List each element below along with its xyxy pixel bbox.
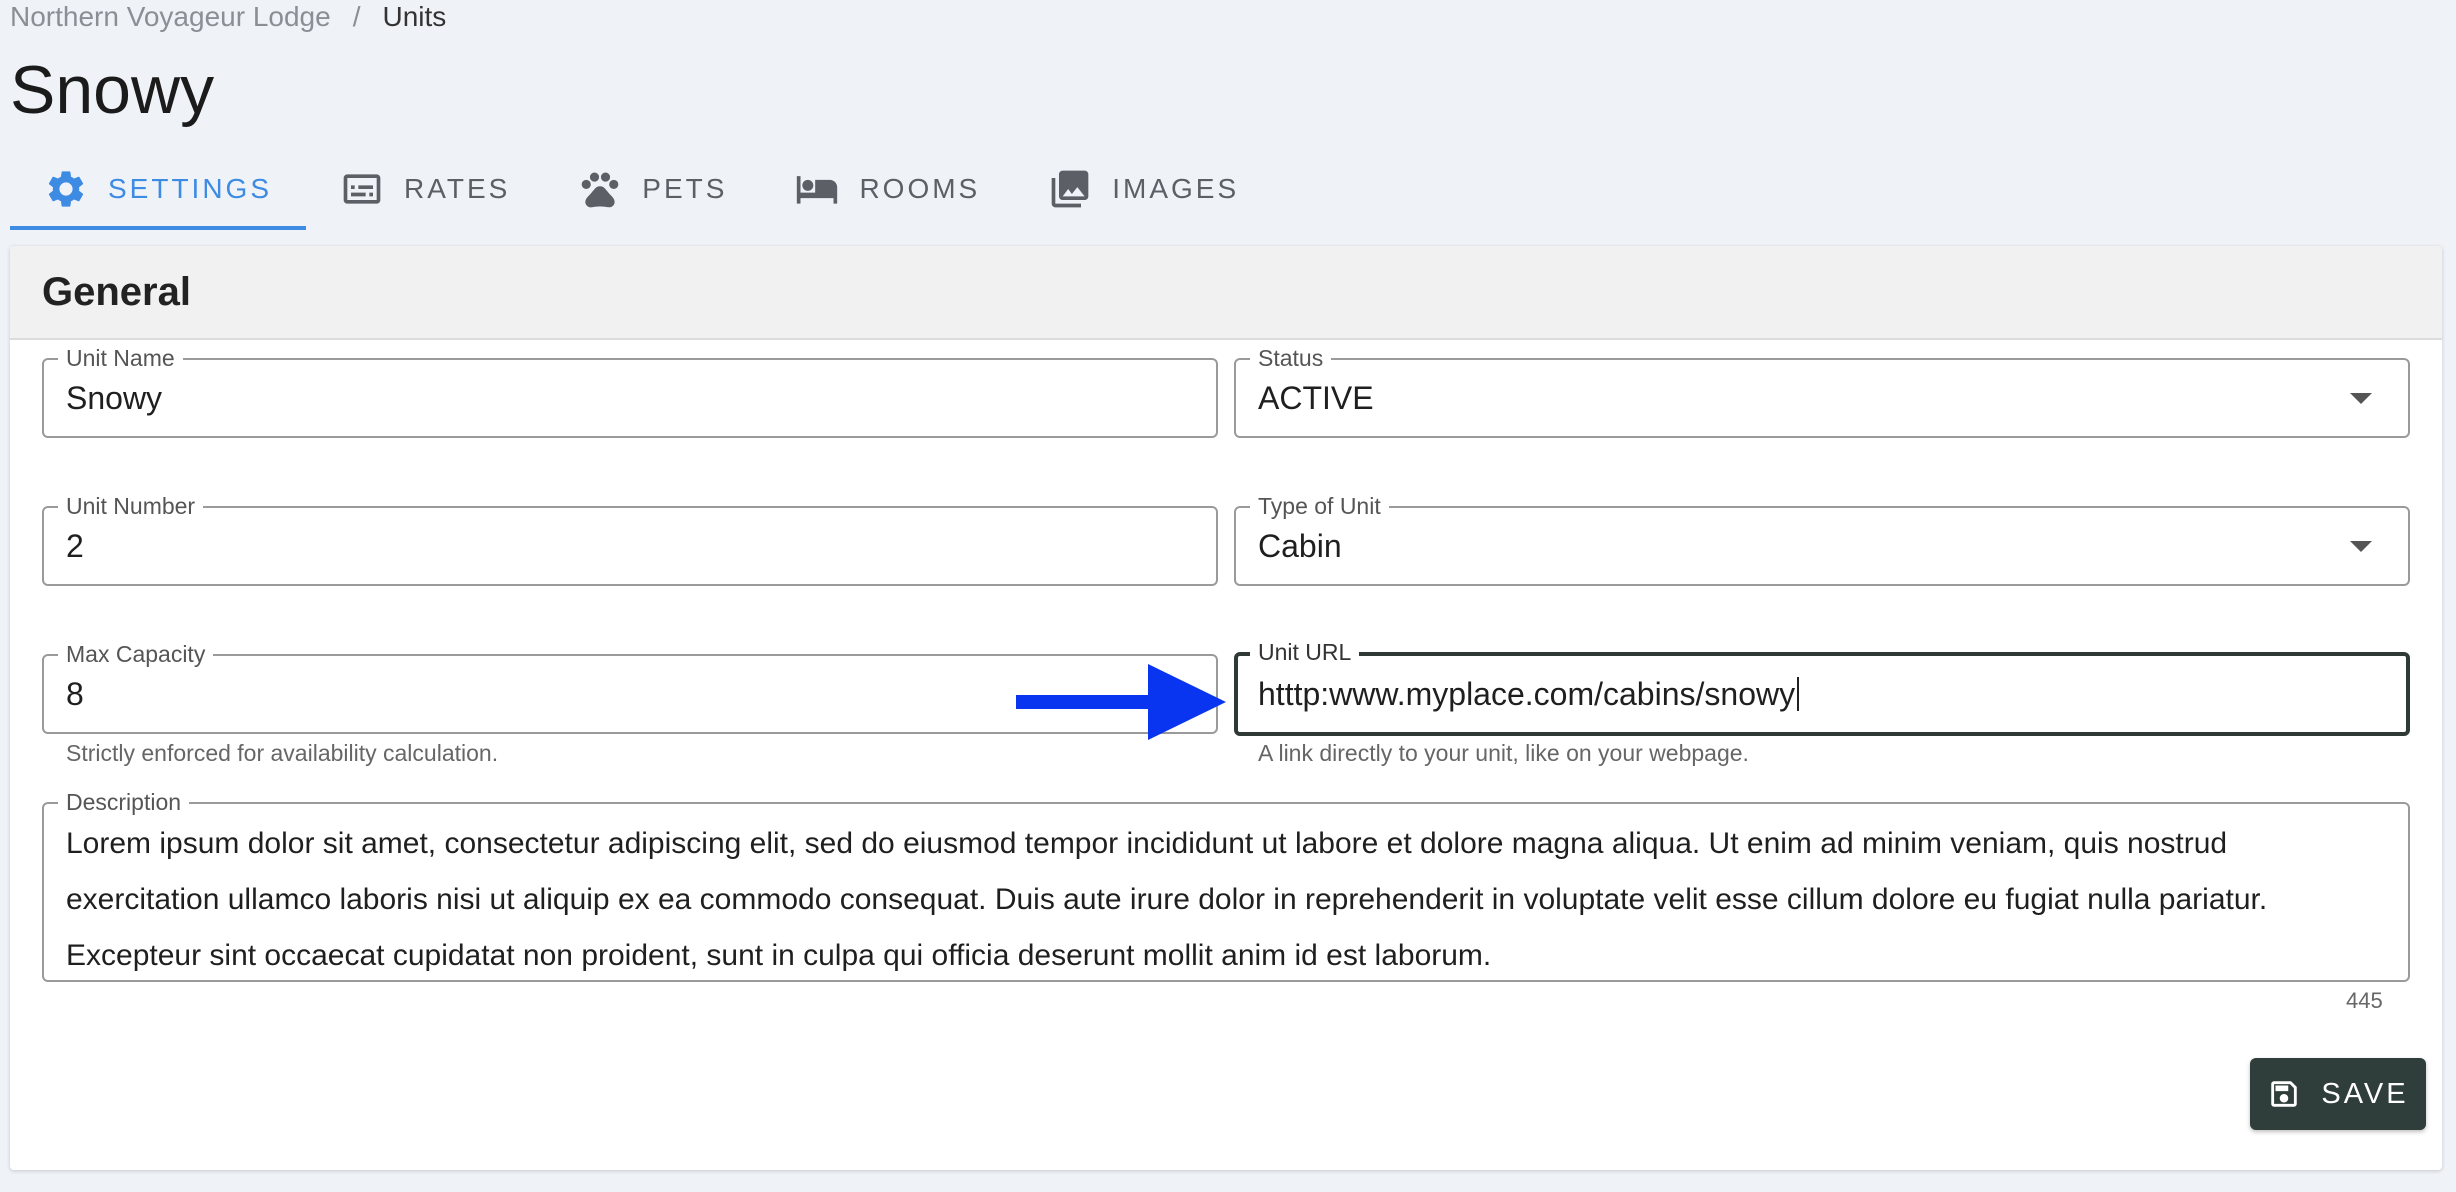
- unit-url-value: htttp:www.myplace.com/cabins/snowy: [1258, 675, 1796, 712]
- type-of-unit-value: Cabin: [1258, 527, 1342, 564]
- save-button[interactable]: SAVE: [2250, 1058, 2426, 1130]
- paw-icon: [581, 172, 619, 208]
- floppy-disk-icon: [2271, 1081, 2298, 1107]
- breadcrumb-current[interactable]: Units: [382, 0, 446, 34]
- type-of-unit-select[interactable]: Type of Unit Cabin: [1234, 491, 2410, 586]
- unit-url-helper: A link directly to your unit, like on yo…: [1258, 740, 1749, 766]
- tab-rooms-label: ROOMS: [859, 173, 981, 204]
- tab-images[interactable]: IMAGES: [1014, 148, 1273, 230]
- unit-name-value: Snowy: [66, 379, 163, 416]
- page-title: Snowy: [10, 52, 215, 128]
- unit-url-field[interactable]: Unit URL htttp:www.myplace.com/cabins/sn…: [1234, 637, 2410, 736]
- tab-settings-label: SETTINGS: [108, 173, 273, 204]
- description-label: Description: [58, 787, 190, 817]
- tab-rates-label: RATES: [404, 173, 511, 204]
- status-select[interactable]: Status ACTIVE: [1234, 343, 2410, 438]
- description-textarea[interactable]: Description Lorem ipsum dolor sit amet, …: [42, 787, 2410, 982]
- unit-url-value-wrap: htttp:www.myplace.com/cabins/snowy: [1258, 656, 1800, 732]
- breadcrumb-separator: /: [352, 1, 361, 32]
- annotation-arrow-icon: [1016, 664, 1226, 740]
- save-button-label: SAVE: [2321, 1077, 2409, 1110]
- bed-icon: [797, 176, 838, 204]
- section-title: General: [42, 269, 191, 314]
- description-value: Lorem ipsum dolor sit amet, consectetur …: [66, 827, 2268, 972]
- tab-rooms[interactable]: ROOMS: [761, 148, 1014, 230]
- breadcrumb-parent-link[interactable]: Northern Voyageur Lodge: [10, 0, 331, 34]
- tab-bar: SETTINGS RATES PETS ROOMS IMAGES: [10, 148, 1273, 230]
- unit-number-field[interactable]: Unit Number 2: [42, 491, 1218, 586]
- breadcrumb: Northern Voyageur Lodge / Units: [10, 0, 446, 34]
- general-settings-card: General Unit Name Snowy Status ACTIVE Un…: [10, 246, 2442, 1170]
- unit-number-value: 2: [66, 527, 84, 564]
- caret-down-icon[interactable]: [2350, 393, 2372, 404]
- images-icon: [1051, 170, 1089, 208]
- gear-icon: [48, 171, 84, 207]
- caret-down-icon[interactable]: [2350, 541, 2372, 552]
- description-char-counter: 445: [2346, 988, 2383, 1013]
- rates-card-icon: [343, 174, 381, 204]
- card-header: General: [10, 246, 2442, 340]
- tab-rates[interactable]: RATES: [306, 148, 544, 230]
- tab-pets[interactable]: PETS: [544, 148, 761, 230]
- tab-images-label: IMAGES: [1112, 173, 1240, 204]
- tab-settings[interactable]: SETTINGS: [10, 148, 307, 230]
- max-capacity-value: 8: [66, 675, 84, 712]
- tab-pets-label: PETS: [642, 173, 728, 204]
- text-caret: [1797, 677, 1800, 711]
- unit-name-field[interactable]: Unit Name Snowy: [42, 343, 1218, 438]
- status-value: ACTIVE: [1258, 379, 1374, 416]
- max-capacity-helper: Strictly enforced for availability calcu…: [66, 740, 499, 766]
